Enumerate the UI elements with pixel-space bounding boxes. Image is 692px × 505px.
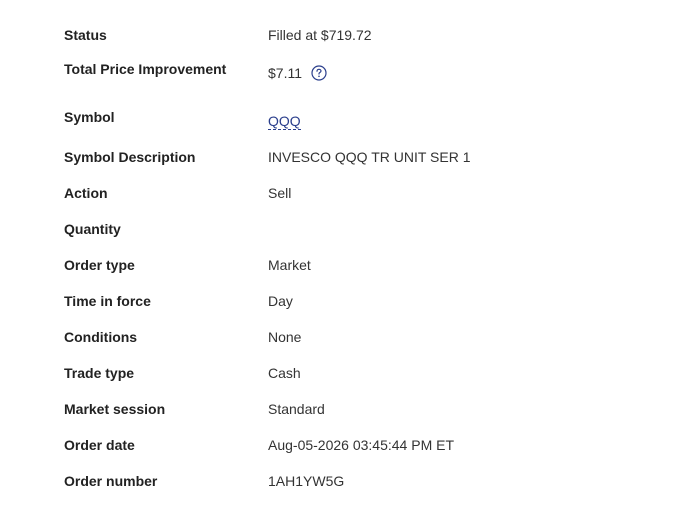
row-trade-type: Trade type Cash	[64, 363, 664, 383]
time-in-force-value: Day	[268, 293, 293, 309]
conditions-value: None	[268, 329, 302, 345]
quantity-label: Quantity	[64, 221, 121, 237]
conditions-label: Conditions	[64, 329, 138, 345]
symbol-link[interactable]: QQQ	[268, 113, 301, 130]
symbol-value-cell: QQQ	[268, 109, 301, 130]
order-date-value: Aug-05-2026 03:45:44 PM ET	[268, 437, 455, 453]
row-order-number: Order number 1AH1YW5G	[64, 471, 664, 491]
symbol-description-value: INVESCO QQQ TR UNIT SER 1	[268, 149, 471, 165]
row-symbol-description: Symbol Description INVESCO QQQ TR UNIT S…	[64, 147, 664, 167]
time-in-force-label: Time in force	[64, 293, 151, 309]
order-date-label: Order date	[64, 437, 135, 453]
row-symbol: Symbol QQQ	[64, 109, 664, 130]
status-value: Filled at $719.72	[268, 27, 372, 43]
order-type-label: Order type	[64, 257, 135, 273]
question-circle-icon[interactable]	[311, 65, 327, 81]
row-order-date: Order date Aug-05-2026 03:45:44 PM ET	[64, 435, 664, 455]
row-order-type: Order type Market	[64, 255, 664, 275]
row-conditions: Conditions None	[64, 327, 664, 347]
symbol-label: Symbol	[64, 109, 115, 125]
price-improvement-label: Total Price Improvement	[64, 61, 227, 77]
row-time-in-force: Time in force Day	[64, 291, 664, 311]
price-improvement-value: $7.11	[268, 65, 302, 81]
trade-type-value: Cash	[268, 365, 301, 381]
action-value: Sell	[268, 185, 292, 201]
row-quantity: Quantity	[64, 219, 664, 239]
price-improvement-value-group: $7.11	[268, 65, 327, 81]
market-session-value: Standard	[268, 401, 325, 417]
symbol-description-label: Symbol Description	[64, 149, 196, 165]
order-number-label: Order number	[64, 473, 158, 489]
order-number-value: 1AH1YW5G	[268, 473, 345, 489]
order-type-value: Market	[268, 257, 311, 273]
status-label: Status	[64, 27, 107, 43]
market-session-label: Market session	[64, 401, 166, 417]
trade-type-label: Trade type	[64, 365, 135, 381]
row-status: Status Filled at $719.72	[64, 25, 664, 45]
action-label: Action	[64, 185, 108, 201]
row-market-session: Market session Standard	[64, 399, 664, 419]
row-price-improvement: Total Price Improvement $7.11	[64, 61, 664, 83]
row-action: Action Sell	[64, 183, 664, 203]
